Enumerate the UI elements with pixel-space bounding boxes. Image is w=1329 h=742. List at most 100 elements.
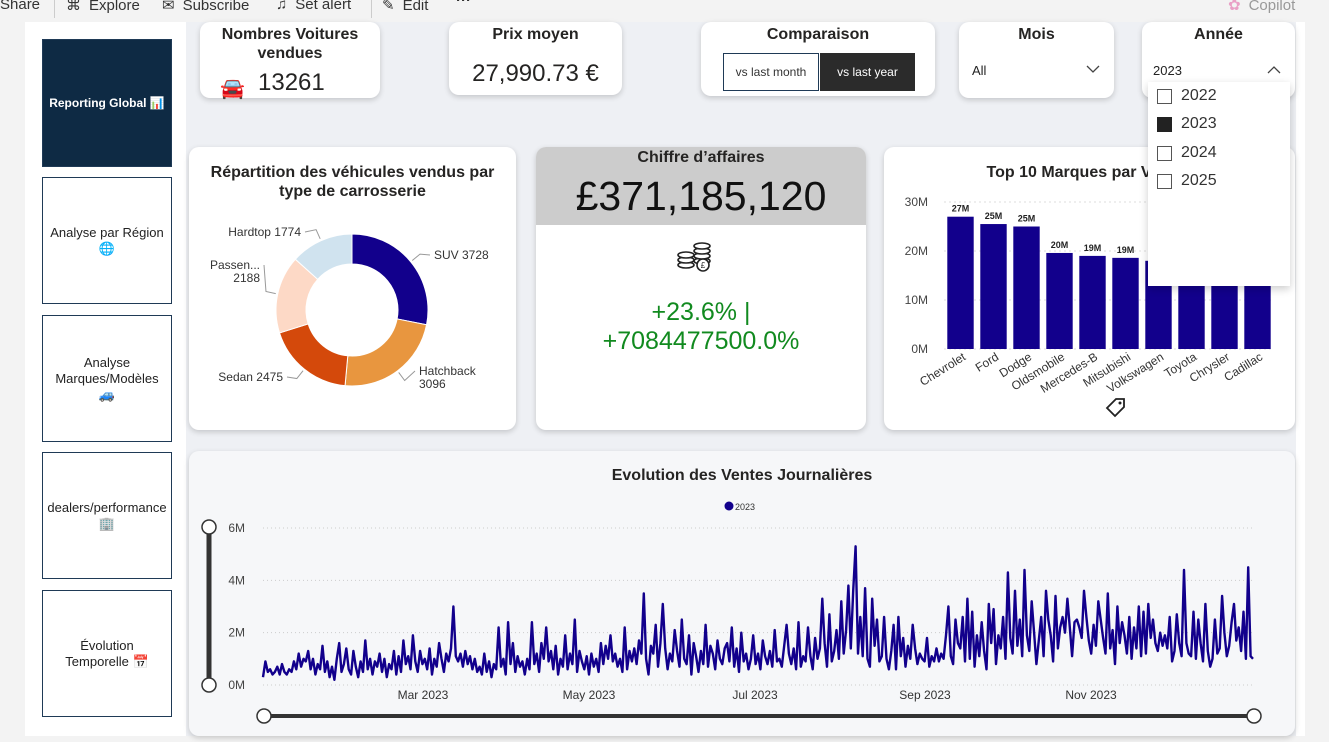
- bar-data-label: 27M: [952, 204, 970, 214]
- nav-label: Analyse par Région 🌐: [50, 224, 164, 256]
- year-checkbox[interactable]: [1157, 116, 1172, 132]
- nav-label: Évolution Temporelle 📅: [65, 637, 149, 669]
- line-x-tick: Nov 2023: [1065, 688, 1117, 702]
- line-x-tick: May 2023: [563, 688, 616, 702]
- binoculars-icon: ⌘: [66, 0, 81, 14]
- explore-button[interactable]: ⌘ Explore: [66, 0, 140, 14]
- year-value: 2023: [1153, 62, 1182, 78]
- top-toolbar: Share ⌘ Explore ✉ Subscribe ♫ Set alert …: [0, 0, 1329, 22]
- bar: [1079, 255, 1106, 349]
- donut-leader-line: [304, 229, 321, 239]
- share-button[interactable]: Share: [0, 0, 40, 13]
- chevron-down-icon: [1086, 65, 1100, 73]
- set-alert-label: Set alert: [295, 0, 352, 13]
- donut-label: Passen...: [210, 258, 260, 272]
- set-alert-button[interactable]: ♫ Set alert: [276, 0, 351, 13]
- copilot-icon: ✿: [1228, 0, 1241, 14]
- share-label: Share: [0, 0, 41, 13]
- year-dropdown-list: 2022 2023 2024 2025: [1148, 82, 1290, 286]
- bar-data-label: 19M: [1084, 243, 1102, 253]
- nav-evolution-temporelle[interactable]: Évolution Temporelle 📅: [42, 590, 172, 717]
- donut-slice: [351, 233, 429, 326]
- pencil-icon: ✎: [382, 0, 395, 14]
- year-option-2024[interactable]: 2024: [1157, 144, 1217, 162]
- edit-button[interactable]: ✎ Edit: [382, 0, 428, 14]
- bar: [980, 224, 1007, 349]
- donut-label: Hardtop 1774: [228, 225, 301, 239]
- bar-y-tick: 0M: [911, 342, 928, 356]
- sales-line: [261, 545, 1254, 682]
- line-y-tick: 6M: [228, 521, 245, 535]
- car-icon: 🚘: [220, 78, 245, 100]
- subscribe-label: Subscribe: [182, 0, 250, 14]
- donut-leader-line: [263, 264, 276, 295]
- donut-label: 2188: [233, 271, 260, 285]
- nav-reporting-global[interactable]: Reporting Global 📊: [42, 39, 172, 167]
- donut-slice: [344, 318, 428, 387]
- subscribe-button[interactable]: ✉ Subscribe: [162, 0, 249, 14]
- year-option-label: 2025: [1181, 172, 1217, 189]
- year-checkbox[interactable]: [1157, 145, 1172, 161]
- nav-dealers-performance[interactable]: dealers/performance 🏢: [42, 452, 172, 579]
- year-checkbox[interactable]: [1157, 173, 1172, 189]
- bar: [1046, 252, 1073, 349]
- bell-icon: ♫: [276, 0, 288, 13]
- year-title: Année: [1194, 26, 1243, 43]
- year-option-2023[interactable]: 2023: [1157, 115, 1217, 133]
- donut-chart: SUV 3728 Hatchback3096 Sedan 2475 Passen...…: [210, 225, 489, 391]
- copilot-label: Copilot: [1248, 0, 1296, 14]
- bar: [1112, 257, 1139, 349]
- legend-marker: [724, 501, 734, 511]
- bar-x-tick: Ford: [973, 350, 1001, 375]
- revenue-change-percent: +23.6% |: [651, 298, 751, 326]
- donut-leader-line: [286, 370, 304, 380]
- tag-icon: [1105, 398, 1125, 418]
- vs-last-year-button[interactable]: vs last year: [820, 53, 915, 91]
- more-label: ···: [456, 0, 471, 9]
- y-range-handle-top: [201, 519, 217, 535]
- donut-label: Hatchback: [419, 364, 477, 378]
- daily-sales-card: Evolution des Ventes Journalières 2023 0M…: [189, 451, 1295, 736]
- revenue-value: £371,185,120: [575, 173, 827, 219]
- line-y-tick: 2M: [228, 626, 245, 640]
- bar-data-label: 25M: [1018, 214, 1036, 224]
- chevron-up-icon: [1267, 66, 1281, 74]
- line-x-tick: Jul 2023: [732, 688, 778, 702]
- month-value: All: [972, 62, 987, 78]
- nav-analyse-marques[interactable]: Analyse Marques/Modèles 🚙: [42, 315, 172, 442]
- nav-analyse-region[interactable]: Analyse par Région 🌐: [42, 177, 172, 304]
- revenue-change-yoy: +7084477500.0%: [602, 327, 800, 355]
- year-option-2022[interactable]: 2022: [1157, 87, 1217, 105]
- copilot-button[interactable]: ✿ Copilot: [1228, 0, 1295, 14]
- kpi-cars-card: Nombres Voitures vendues 🚘 13261: [200, 22, 380, 100]
- toolbar-divider: [371, 0, 372, 18]
- line-x-tick: Sep 2023: [899, 688, 951, 702]
- kpi-cars-title: Nombres Voitures vendues: [221, 26, 359, 62]
- kpi-price-value: 27,990.73 €: [472, 60, 599, 87]
- year-option-label: 2022: [1181, 87, 1217, 104]
- bar-data-label: 25M: [985, 211, 1003, 221]
- donut-slice: [278, 323, 349, 387]
- year-option-2025[interactable]: 2025: [1157, 172, 1217, 190]
- year-dropdown[interactable]: 2023: [1145, 58, 1291, 82]
- mail-plus-icon: ✉: [162, 0, 175, 14]
- vs-last-month-button[interactable]: vs last month: [723, 53, 819, 91]
- more-options-button[interactable]: ···: [456, 0, 471, 9]
- comparison-title: Comparaison: [766, 26, 870, 43]
- body-type-chart-card: Répartition des véhicules vendus par typ…: [189, 147, 516, 430]
- nav-label: Reporting Global 📊: [49, 96, 165, 110]
- bar-data-label: 19M: [1117, 245, 1135, 255]
- kpi-price-title: Prix moyen: [492, 26, 579, 43]
- line-y-tick: 4M: [228, 573, 245, 587]
- donut-label: SUV 3728: [434, 248, 489, 262]
- donut-label: Sedan 2475: [218, 370, 283, 384]
- bar-y-tick: 10M: [905, 293, 928, 307]
- year-checkbox[interactable]: [1157, 88, 1172, 104]
- month-slicer: Mois All: [959, 22, 1114, 98]
- line-y-tick: 0M: [228, 678, 245, 692]
- bar-y-tick: 20M: [905, 244, 928, 258]
- line-chart: 2023 0M 2M 4M 6M Mar 2023 May 2023 Jul 2023 Sep …: [201, 501, 1262, 724]
- donut-leader-line: [398, 370, 416, 382]
- month-dropdown[interactable]: All: [962, 58, 1110, 82]
- nav-label: Analyse Marques/Modèles 🚙: [55, 354, 159, 402]
